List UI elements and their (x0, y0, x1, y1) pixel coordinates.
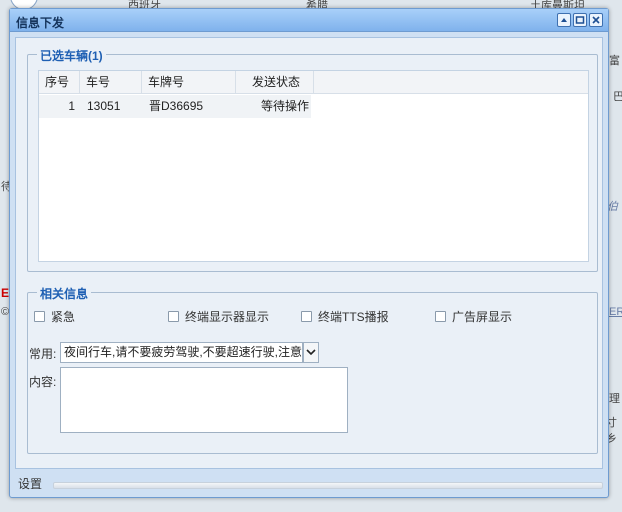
terminal-display-label: 终端显示器显示 (185, 310, 270, 324)
content-label: 内容: (29, 375, 57, 389)
checkbox-box[interactable] (34, 311, 45, 322)
map-label: 巴 (613, 91, 622, 103)
map-copyright: © (1, 306, 10, 318)
selected-vehicles-group: 已选车辆(1) 序号 车号 车牌号 发送状态 1 13051 晋D36695 等… (27, 47, 598, 272)
urgent-checkbox[interactable]: 紧急 (34, 308, 75, 325)
column-header-index[interactable]: 序号 (39, 71, 80, 94)
close-icon[interactable] (589, 13, 603, 27)
row-vehicle-no: 13051 (87, 99, 121, 113)
column-header-status[interactable]: 发送状态 (236, 71, 314, 94)
common-message-select[interactable]: 夜间行车,请不要疲劳驾驶,不要超速行驶,注意 (60, 342, 303, 363)
dialog-titlebar[interactable]: 信息下发 (10, 9, 608, 32)
checkbox-box[interactable] (168, 311, 179, 322)
row-status: 等待操作 (260, 99, 309, 113)
terminal-display-checkbox[interactable]: 终端显示器显示 (168, 308, 269, 325)
table-row[interactable]: 1 13051 晋D36695 等待操作 (39, 95, 311, 118)
column-header-plate[interactable]: 车牌号 (142, 71, 236, 94)
ad-screen-checkbox[interactable]: 广告屏显示 (435, 308, 512, 325)
settings-divider (53, 482, 603, 489)
content-textarea[interactable] (60, 367, 348, 433)
terminal-tts-checkbox[interactable]: 终端TTS播报 (301, 308, 389, 325)
grid-header: 序号 车号 车牌号 发送状态 (39, 71, 588, 94)
common-message-dropdown[interactable] (303, 342, 319, 363)
urgent-label: 紧急 (51, 310, 76, 324)
window-controls (557, 13, 603, 27)
checkbox-box[interactable] (301, 311, 312, 322)
minimize-icon[interactable] (557, 13, 571, 27)
selected-vehicles-legend: 已选车辆(1) (37, 47, 106, 64)
settings-panel-header[interactable]: 设置 (15, 472, 603, 494)
chevron-down-icon (306, 349, 316, 356)
column-header-vehicle-no[interactable]: 车号 (80, 71, 142, 94)
row-index: 1 (68, 99, 75, 113)
dialog-body: 已选车辆(1) 序号 车号 车牌号 发送状态 1 13051 晋D36695 等… (15, 37, 603, 469)
map-marker: E (1, 286, 10, 300)
map-label: 理 (609, 393, 620, 405)
ad-screen-label: 广告屏显示 (452, 310, 513, 324)
common-label: 常用: (29, 347, 57, 361)
info-dispatch-dialog: 信息下发 已选车辆(1) 序号 车号 车牌号 发送状态 1 13051 晋D36… (9, 8, 609, 498)
vehicle-grid: 序号 车号 车牌号 发送状态 1 13051 晋D36695 等待操作 (38, 70, 589, 262)
checkbox-box[interactable] (435, 311, 446, 322)
related-info-group: 相关信息 紧急 终端显示器显示 终端TTS播报 广告屏显示 常用: 夜间行车,请… (27, 285, 598, 454)
map-link[interactable]: ER (609, 306, 622, 318)
settings-label: 设置 (18, 477, 43, 491)
related-info-legend: 相关信息 (37, 285, 92, 302)
row-plate: 晋D36695 (149, 99, 204, 113)
terminal-tts-label: 终端TTS播报 (318, 310, 389, 324)
dialog-title: 信息下发 (16, 16, 65, 30)
map-label: 富 (609, 55, 620, 67)
maximize-icon[interactable] (573, 13, 587, 27)
